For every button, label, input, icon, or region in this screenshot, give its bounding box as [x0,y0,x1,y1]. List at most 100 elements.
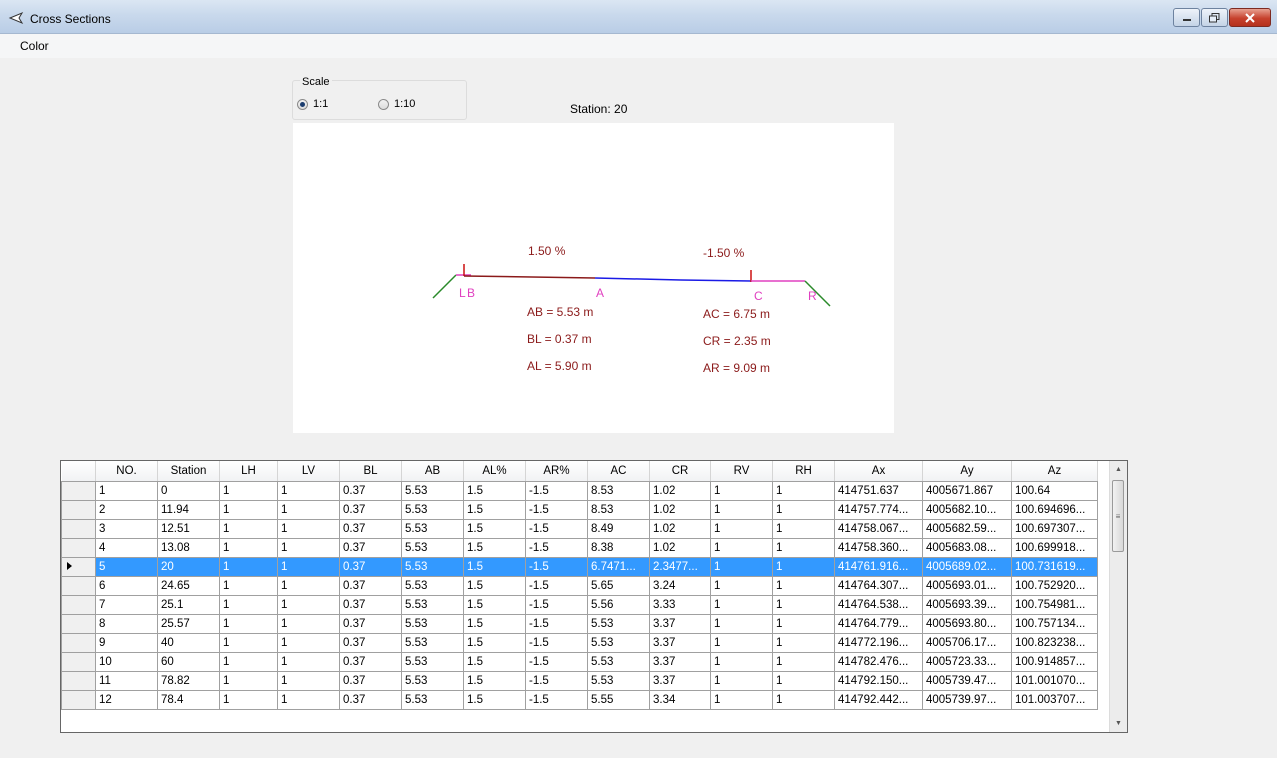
scale-radio-1-1[interactable]: 1:1 [297,98,328,110]
grid-cell[interactable]: 0.37 [339,689,402,710]
grid-cell[interactable]: 1 [710,556,773,577]
row-header[interactable] [61,594,96,615]
grid-cell[interactable]: 1 [710,670,773,691]
grid-cell[interactable]: 1.02 [649,518,711,539]
grid-cell[interactable]: 3.37 [649,613,711,634]
grid-cell[interactable]: 5.55 [587,689,650,710]
grid-cell[interactable]: 5.65 [587,575,650,596]
grid-cell[interactable]: 40 [157,632,220,653]
table-row[interactable]: 2 11.94 1 1 0.37 5.53 1.5 -1.5 8.53 1.02 1 1 414757.… [61,499,1098,520]
grid-cell[interactable]: 25.1 [157,594,220,615]
grid-cell[interactable]: 7 [95,594,158,615]
grid-cell[interactable]: 1 [710,575,773,596]
grid-cell[interactable]: 1 [772,632,835,653]
table-row[interactable]: 10 60 1 1 0.37 5.53 1.5 -1.5 5.53 3.37 1 1 414782.47… [61,651,1098,672]
grid-cell[interactable]: 3.37 [649,632,711,653]
grid-cell[interactable]: 1.5 [463,613,526,634]
grid-cell[interactable]: 1 [710,651,773,672]
grid-cell[interactable]: 5.53 [401,575,464,596]
grid-cell[interactable]: 4005682.59... [922,518,1012,539]
grid-cell[interactable]: 4005693.80... [922,613,1012,634]
grid-cell[interactable]: 100.914857... [1011,651,1098,672]
grid-cell[interactable]: 5.53 [401,499,464,520]
grid-cell[interactable]: 1 [772,689,835,710]
grid-cell[interactable]: 0.37 [339,537,402,558]
table-row[interactable]: 3 12.51 1 1 0.37 5.53 1.5 -1.5 8.49 1.02 1 1 414758.… [61,518,1098,539]
grid-cell[interactable]: 9 [95,632,158,653]
grid-cell[interactable]: 5.53 [401,480,464,501]
grid-cell[interactable]: 8.49 [587,518,650,539]
column-header-cr[interactable]: CR [649,461,711,482]
grid-cell[interactable]: 1.5 [463,575,526,596]
grid-cell[interactable]: 1 [219,499,278,520]
grid-cell[interactable]: 1 [277,651,340,672]
grid-cell[interactable]: -1.5 [525,689,588,710]
grid-cell[interactable]: 4 [95,537,158,558]
grid-cell[interactable]: 78.4 [157,689,220,710]
grid-cell[interactable]: -1.5 [525,670,588,691]
column-header-ab[interactable]: AB [401,461,464,482]
grid-cell[interactable]: 414758.360... [834,537,923,558]
column-header-bl[interactable]: BL [339,461,402,482]
column-header-az[interactable]: Az [1011,461,1098,482]
grid-cell[interactable]: 1.5 [463,556,526,577]
grid-cell[interactable]: 1 [710,632,773,653]
grid-cell[interactable]: 5.53 [587,632,650,653]
grid-cell[interactable]: 1 [277,537,340,558]
grid-cell[interactable]: 25.57 [157,613,220,634]
grid-cell[interactable]: 1 [710,689,773,710]
grid-cell[interactable]: 0.37 [339,575,402,596]
grid-cell[interactable]: 100.64 [1011,480,1098,501]
grid-cell[interactable]: 2 [95,499,158,520]
column-header-lh[interactable]: LH [219,461,278,482]
grid-cell[interactable]: 100.731619... [1011,556,1098,577]
grid-cell[interactable]: 1 [772,594,835,615]
grid-cell[interactable]: 0.37 [339,480,402,501]
row-header[interactable] [61,651,96,672]
grid-cell[interactable]: 1 [277,594,340,615]
grid-cell[interactable]: 0.37 [339,556,402,577]
menu-color[interactable]: Color [20,39,49,53]
grid-cell[interactable]: 414757.774... [834,499,923,520]
grid-cell[interactable]: 1 [95,480,158,501]
grid-cell[interactable]: 3 [95,518,158,539]
grid-cell[interactable]: 1.5 [463,480,526,501]
grid-cell[interactable]: 414792.150... [834,670,923,691]
grid-cell[interactable]: 0.37 [339,651,402,672]
row-header[interactable] [61,518,96,539]
grid-cell[interactable]: 1 [277,689,340,710]
grid-cell[interactable]: 414764.779... [834,613,923,634]
grid-cell[interactable]: 1 [710,537,773,558]
grid-cell[interactable]: 100.752920... [1011,575,1098,596]
grid-cell[interactable]: 1 [277,670,340,691]
grid-cell[interactable]: 414772.196... [834,632,923,653]
grid-cell[interactable]: 1 [219,537,278,558]
grid-cell[interactable]: 4005693.39... [922,594,1012,615]
row-header[interactable] [61,632,96,653]
grid-cell[interactable]: 0.37 [339,632,402,653]
grid-cell[interactable]: 24.65 [157,575,220,596]
table-row[interactable]: 1 0 1 1 0.37 5.53 1.5 -1.5 8.53 1.02 1 1 414751.637 4… [61,480,1098,501]
grid-cell[interactable]: 5.53 [587,670,650,691]
grid-cell[interactable]: -1.5 [525,480,588,501]
table-row[interactable]: 11 78.82 1 1 0.37 5.53 1.5 -1.5 5.53 3.37 1 1 414792… [61,670,1098,691]
close-button[interactable] [1229,8,1271,27]
grid-cell[interactable]: 1 [772,575,835,596]
grid-cell[interactable]: 414792.442... [834,689,923,710]
grid-cell[interactable]: 78.82 [157,670,220,691]
grid-cell[interactable]: 1 [277,575,340,596]
grid-cell[interactable]: 6 [95,575,158,596]
grid-cell[interactable]: 5.56 [587,594,650,615]
grid-cell[interactable]: 5 [95,556,158,577]
column-header-no[interactable]: NO. [95,461,158,482]
grid-cell[interactable]: 1.5 [463,632,526,653]
row-header[interactable] [61,575,96,596]
grid-cell[interactable]: 1 [219,632,278,653]
grid-cell[interactable]: -1.5 [525,499,588,520]
grid-cell[interactable]: 12.51 [157,518,220,539]
grid-cell[interactable]: -1.5 [525,632,588,653]
grid-cell[interactable]: 1 [219,594,278,615]
table-row[interactable]: 12 78.4 1 1 0.37 5.53 1.5 -1.5 5.55 3.34 1 1 414792.… [61,689,1098,710]
column-header-ar[interactable]: AR% [525,461,588,482]
grid-cell[interactable]: -1.5 [525,556,588,577]
